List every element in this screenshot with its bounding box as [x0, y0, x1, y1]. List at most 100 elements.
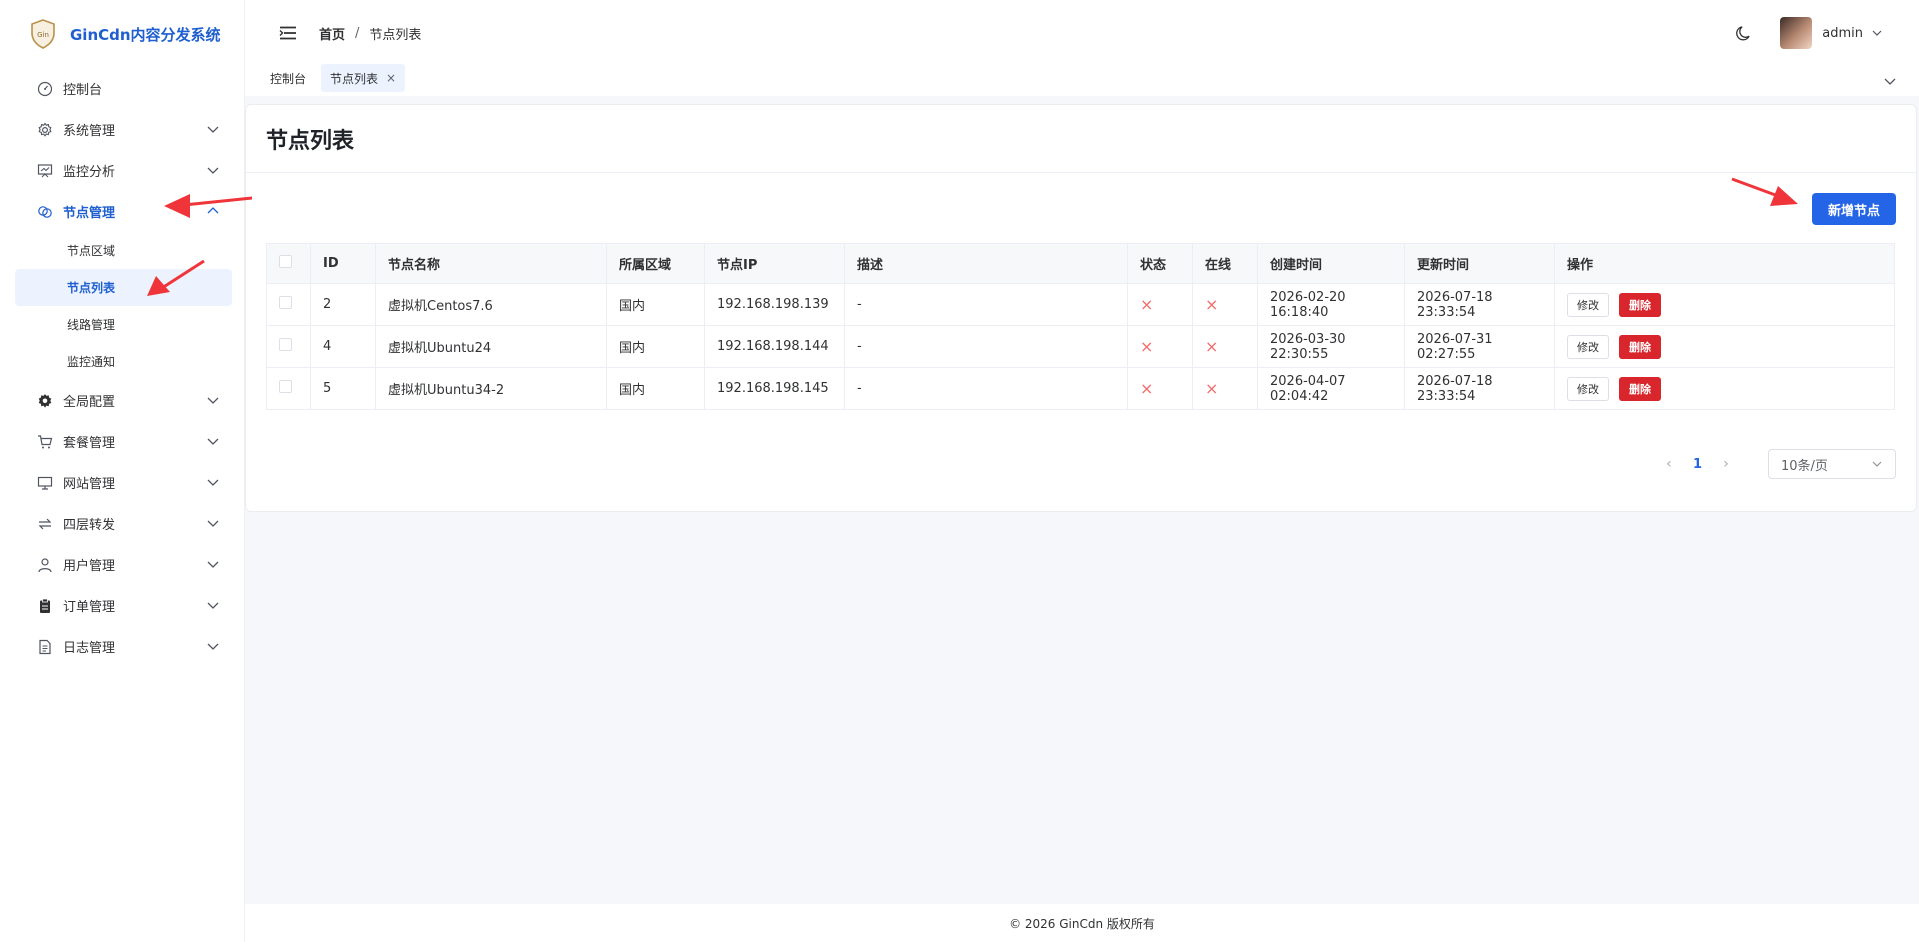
sidebar-item-nodes[interactable]: 节点管理: [0, 191, 244, 232]
chevron-down-icon: [207, 167, 219, 174]
submenu-item-node-region[interactable]: 节点区域: [0, 232, 244, 269]
sidebar-item-logs[interactable]: 日志管理: [0, 626, 244, 667]
cell-updated: 2026-07-31 02:27:55: [1404, 325, 1555, 368]
row-checkbox[interactable]: [279, 338, 292, 351]
sidebar-item-monitor[interactable]: 监控分析: [0, 150, 244, 191]
cell-name: 虚拟机Ubuntu34-2: [375, 367, 607, 410]
tab-bar: 控制台 节点列表 ×: [245, 62, 1919, 94]
next-page-button[interactable]: ›: [1716, 456, 1736, 472]
cell-created: 2026-04-07 02:04:42: [1257, 367, 1405, 410]
monitor-chart-icon: [37, 163, 53, 179]
column-header: 描述: [844, 243, 1128, 284]
chevron-down-icon: [207, 561, 219, 568]
tab-node-list[interactable]: 节点列表 ×: [321, 64, 406, 92]
cog-filled-icon: [37, 393, 53, 409]
page-title: 节点列表: [246, 105, 1916, 173]
cell-created: 2026-03-30 22:30:55: [1257, 325, 1405, 368]
online-x-icon: ×: [1205, 337, 1219, 356]
sidebar-item-dashboard[interactable]: 控制台: [0, 68, 244, 109]
node-list-card: 节点列表 新增节点 ID 节点名称 所属区域 节点IP 描述 状态 在线 创建时…: [245, 104, 1917, 512]
cell-region: 国内: [606, 325, 705, 368]
node-submenu: 节点区域 节点列表 线路管理 监控通知: [0, 232, 244, 380]
submenu-item-monitor-notify[interactable]: 监控通知: [0, 343, 244, 380]
sidebar-item-label: 四层转发: [63, 518, 116, 533]
cell-id: 2: [310, 283, 376, 326]
prev-page-button[interactable]: ‹: [1659, 456, 1679, 472]
sidebar-item-websites[interactable]: 网站管理: [0, 462, 244, 503]
status-x-icon: ×: [1140, 379, 1154, 398]
column-header: 在线: [1192, 243, 1258, 284]
sidebar-item-packages[interactable]: 套餐管理: [0, 421, 244, 462]
chevron-down-icon: [207, 479, 219, 486]
status-x-icon: ×: [1140, 295, 1154, 314]
sidebar-item-users[interactable]: 用户管理: [0, 544, 244, 585]
tab-dashboard[interactable]: 控制台: [261, 64, 315, 92]
cell-updated: 2026-07-18 23:33:54: [1404, 367, 1555, 410]
main-content: 节点列表 新增节点 ID 节点名称 所属区域 节点IP 描述 状态 在线 创建时…: [245, 96, 1919, 904]
submenu-item-line-manage[interactable]: 线路管理: [0, 306, 244, 343]
page-size-value: 10条/页: [1781, 458, 1828, 474]
edit-button[interactable]: 修改: [1567, 292, 1609, 317]
add-node-button[interactable]: 新增节点: [1811, 193, 1896, 225]
edit-button[interactable]: 修改: [1567, 376, 1609, 401]
delete-button[interactable]: 删除: [1619, 334, 1661, 359]
chevron-down-icon[interactable]: [1883, 74, 1897, 88]
cell-updated: 2026-07-18 23:33:54: [1404, 283, 1555, 326]
page-size-select[interactable]: 10条/页: [1768, 449, 1896, 479]
sidebar-menu-lower: 全局配置 套餐管理 网站管理 四层转发 用户管理 订单管理 日志管理: [0, 380, 244, 667]
breadcrumb-home[interactable]: 首页: [319, 24, 345, 43]
breadcrumb: 首页 / 节点列表: [319, 24, 421, 43]
sidebar-item-system[interactable]: 系统管理: [0, 109, 244, 150]
close-icon[interactable]: ×: [386, 71, 396, 85]
cell-region: 国内: [606, 283, 705, 326]
node-table: ID 节点名称 所属区域 节点IP 描述 状态 在线 创建时间 更新时间 操作 …: [266, 243, 1895, 410]
tab-label: 控制台: [270, 71, 307, 86]
submenu-item-node-list[interactable]: 节点列表: [15, 269, 232, 306]
cell-id: 4: [310, 325, 376, 368]
sidebar-item-label: 用户管理: [63, 559, 116, 574]
sidebar-item-l4-forward[interactable]: 四层转发: [0, 503, 244, 544]
breadcrumb-separator: /: [355, 25, 360, 41]
table-row: 5 虚拟机Ubuntu34-2 国内 192.168.198.145 - × ×…: [266, 367, 1895, 410]
header-right: admin: [1736, 17, 1883, 49]
column-header: 操作: [1554, 243, 1895, 284]
row-checkbox[interactable]: [279, 380, 292, 393]
row-select-cell: [266, 283, 311, 326]
column-header: ID: [310, 243, 376, 284]
edit-button[interactable]: 修改: [1567, 334, 1609, 359]
sidebar-item-global-config[interactable]: 全局配置: [0, 380, 244, 421]
row-checkbox[interactable]: [279, 296, 292, 309]
moon-icon[interactable]: [1736, 24, 1754, 42]
online-x-icon: ×: [1205, 379, 1219, 398]
cell-ip: 192.168.198.145: [704, 367, 845, 410]
toolbar: 新增节点: [246, 173, 1916, 239]
page-number-current[interactable]: 1: [1693, 457, 1702, 472]
cell-name: 虚拟机Ubuntu24: [375, 325, 607, 368]
cell-online: ×: [1192, 283, 1258, 326]
chevron-up-icon: [207, 207, 219, 214]
breadcrumb-current: 节点列表: [369, 27, 422, 43]
sidebar-item-label: 订单管理: [63, 600, 116, 615]
gear-icon: [37, 122, 53, 138]
select-all-cell: [266, 243, 311, 284]
chevron-down-icon[interactable]: [1871, 27, 1883, 39]
menu-toggle-icon[interactable]: [279, 26, 297, 40]
cell-desc: -: [844, 325, 1128, 368]
forward-icon: [37, 516, 53, 532]
delete-button[interactable]: 删除: [1619, 376, 1661, 401]
logo[interactable]: Gin GinCdn内容分发系统: [0, 0, 244, 68]
sidebar-item-label: 监控分析: [63, 165, 116, 180]
sidebar-item-orders[interactable]: 订单管理: [0, 585, 244, 626]
document-icon: [37, 639, 53, 655]
column-header: 状态: [1127, 243, 1193, 284]
cell-status: ×: [1127, 325, 1193, 368]
table-row: 2 虚拟机Centos7.6 国内 192.168.198.139 - × × …: [266, 283, 1895, 326]
cell-actions: 修改 删除: [1554, 283, 1895, 326]
cell-ip: 192.168.198.139: [704, 283, 845, 326]
cell-ip: 192.168.198.144: [704, 325, 845, 368]
avatar[interactable]: [1780, 17, 1813, 49]
delete-button[interactable]: 删除: [1619, 292, 1661, 317]
select-all-checkbox[interactable]: [279, 255, 292, 268]
cell-region: 国内: [606, 367, 705, 410]
user-name[interactable]: admin: [1822, 26, 1863, 41]
